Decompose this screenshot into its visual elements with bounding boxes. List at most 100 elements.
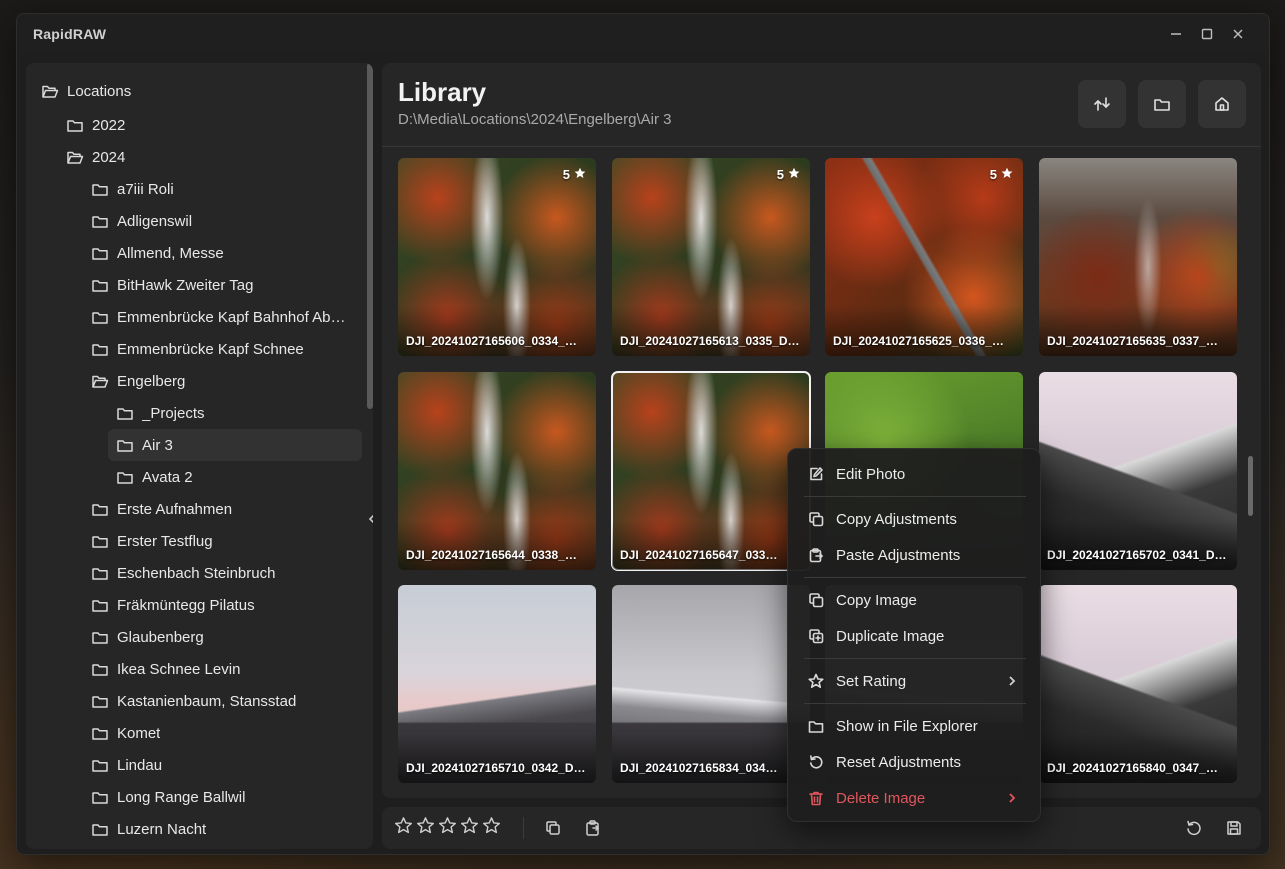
- sidebar-folder-item[interactable]: Adligenswil: [26, 205, 373, 237]
- thumbnail-tile[interactable]: DJI_20241027165710_0342_D…: [398, 585, 596, 783]
- sidebar-folder-item[interactable]: 2022: [26, 109, 373, 141]
- collapse-sidebar-button[interactable]: [366, 512, 373, 526]
- star-outline-icon[interactable]: [438, 816, 457, 840]
- sidebar-folder-item[interactable]: Fräkmüntegg Pilatus: [26, 589, 373, 621]
- star-outline-icon[interactable]: [460, 816, 479, 840]
- sidebar-folder-item[interactable]: Air 3: [108, 429, 362, 461]
- reset-icon: [1187, 820, 1201, 836]
- sidebar-folder-item[interactable]: Engelberg: [26, 365, 373, 397]
- sidebar-folder-item[interactable]: Erster Testflug: [26, 525, 373, 557]
- close-icon: [1233, 29, 1242, 39]
- sidebar-folder-item[interactable]: Allmend, Messe: [26, 237, 373, 269]
- star-filled-icon: [574, 167, 586, 182]
- rating-value: 5: [989, 167, 997, 182]
- thumbnail-tile[interactable]: 5 DJI_20241027165606_0334_…: [398, 158, 596, 356]
- sidebar-folder-label: Long Range Ballwil: [117, 788, 246, 806]
- copy-adjustments-button[interactable]: [544, 819, 562, 837]
- open-folder-button[interactable]: [1138, 80, 1186, 128]
- folder-icon: [1154, 99, 1170, 111]
- maximize-button[interactable]: [1191, 14, 1222, 54]
- library-scrollbar[interactable]: [1248, 456, 1253, 516]
- context-menu: Edit Photo Copy Adjustments Paste Adjustme…: [787, 448, 1041, 822]
- sidebar-folder-label: Ikea Schnee Levin: [117, 660, 241, 678]
- folder-icon: [91, 628, 109, 646]
- thumbnail-tile[interactable]: DJI_20241027165635_0337_…: [1039, 158, 1237, 356]
- app-title: RapidRAW: [33, 26, 107, 42]
- thumbnail-tile[interactable]: DJI_20241027165647_033…: [611, 371, 811, 571]
- close-button[interactable]: [1222, 14, 1253, 54]
- folder-icon: [91, 500, 109, 518]
- star-filled-icon: [1001, 167, 1013, 182]
- paste-icon: [808, 547, 824, 563]
- sidebar-folder-item[interactable]: Long Range Ballwil: [26, 781, 373, 813]
- sidebar-folder-label: Komet: [117, 724, 161, 742]
- folder-icon: [91, 660, 109, 678]
- menu-separator: [804, 703, 1026, 704]
- menu-item-label: Copy Image: [836, 591, 917, 609]
- thumbnail-shade: [398, 306, 596, 356]
- folder-icon: [91, 724, 109, 742]
- sidebar-folder-item[interactable]: Kastanienbaum, Stansstad: [26, 685, 373, 717]
- sidebar-folder-item[interactable]: Komet: [26, 717, 373, 749]
- thumbnail-shade: [612, 306, 810, 356]
- copy-icon: [808, 592, 824, 608]
- star-outline-icon[interactable]: [416, 816, 435, 840]
- star-outline-icon[interactable]: [394, 816, 413, 840]
- menu-item-label: Duplicate Image: [836, 627, 945, 645]
- menu-item-reset-adjustments[interactable]: Reset Adjustments: [788, 744, 1040, 780]
- sidebar-folder-item[interactable]: 2024: [26, 141, 373, 173]
- thumbnail-shade: [398, 733, 596, 783]
- thumbnail-filename: DJI_20241027165644_0338_…: [406, 548, 577, 562]
- sidebar-folder-item[interactable]: Ikea Schnee Levin: [26, 653, 373, 685]
- sidebar-scrollbar[interactable]: [367, 63, 373, 409]
- sidebar-folder-item[interactable]: BitHawk Zweiter Tag: [26, 269, 373, 301]
- minimize-button[interactable]: [1160, 14, 1191, 54]
- sidebar-folder-label: Kastanienbaum, Stansstad: [117, 692, 297, 710]
- thumbnail-shade: [825, 306, 1023, 356]
- library-header: Library D:\Media\Locations\2024\Engelber…: [382, 63, 1261, 147]
- sidebar-folder-item[interactable]: _Projects: [26, 397, 373, 429]
- sidebar-folder-item[interactable]: Eschenbach Steinbruch: [26, 557, 373, 589]
- thumbnail-tile[interactable]: DJI_20241027165840_0347_…: [1039, 585, 1237, 783]
- sidebar-folder-item[interactable]: Emmenbrücke Kapf Schnee: [26, 333, 373, 365]
- folder-icon: [91, 788, 109, 806]
- copy-icon: [546, 821, 560, 835]
- thumbnail-tile[interactable]: DJI_20241027165702_0341_D…: [1039, 372, 1237, 570]
- paste-adjustments-button[interactable]: [584, 819, 602, 837]
- sidebar-folder-item[interactable]: Locations: [26, 73, 373, 109]
- bottom-actions-right: [1185, 819, 1243, 837]
- menu-item-duplicate-image[interactable]: Duplicate Image: [788, 618, 1040, 654]
- menu-item-paste-adjustments[interactable]: Paste Adjustments: [788, 537, 1040, 573]
- reset-button[interactable]: [1185, 819, 1203, 837]
- thumbnail-shade: [1039, 733, 1237, 783]
- thumbnail-tile[interactable]: 5 DJI_20241027165613_0335_D…: [612, 158, 810, 356]
- folder-icon: [116, 468, 134, 486]
- sidebar-folder-item[interactable]: Emmenbrücke Kapf Bahnhof Ab…: [26, 301, 373, 333]
- app-window: RapidRAW Locations 2022 2024 a7iii Roli Adli…: [16, 13, 1270, 855]
- star-outline-icon[interactable]: [482, 816, 501, 840]
- breadcrumb-path: D:\Media\Locations\2024\Engelberg\Air 3: [398, 111, 672, 128]
- home-button[interactable]: [1198, 80, 1246, 128]
- thumbnail-tile[interactable]: DJI_20241027165834_034…: [612, 585, 810, 783]
- save-button[interactable]: [1225, 819, 1243, 837]
- thumbnail-tile[interactable]: 5 DJI_20241027165625_0336_…: [825, 158, 1023, 356]
- sidebar-folder-item[interactable]: Erste Aufnahmen: [26, 493, 373, 525]
- folder-icon: [116, 404, 134, 422]
- sort-button[interactable]: [1078, 80, 1126, 128]
- menu-item-delete-image[interactable]: Delete Image: [788, 780, 1040, 816]
- page-title: Library: [398, 77, 487, 107]
- menu-item-copy-adjustments[interactable]: Copy Adjustments: [788, 501, 1040, 537]
- sidebar-folder-item[interactable]: Lindau: [26, 749, 373, 781]
- sidebar-folder-label: Lindau: [117, 756, 163, 774]
- sidebar-folder-item[interactable]: Glaubenberg: [26, 621, 373, 653]
- menu-item-copy-image[interactable]: Copy Image: [788, 582, 1040, 618]
- thumbnail-tile[interactable]: DJI_20241027165644_0338_…: [398, 372, 596, 570]
- sidebar-folder-item[interactable]: Luzern Nacht: [26, 813, 373, 845]
- menu-item-set-rating[interactable]: Set Rating: [788, 663, 1040, 699]
- sidebar-folder-item[interactable]: a7iii Roli: [26, 173, 373, 205]
- menu-item-edit-photo[interactable]: Edit Photo: [788, 456, 1040, 492]
- sidebar-folder-item[interactable]: Avata 2: [26, 461, 373, 493]
- menu-item-show-in-file-explorer[interactable]: Show in File Explorer: [788, 708, 1040, 744]
- chevron-right-icon: [1006, 791, 1018, 808]
- save-icon: [1227, 821, 1241, 835]
